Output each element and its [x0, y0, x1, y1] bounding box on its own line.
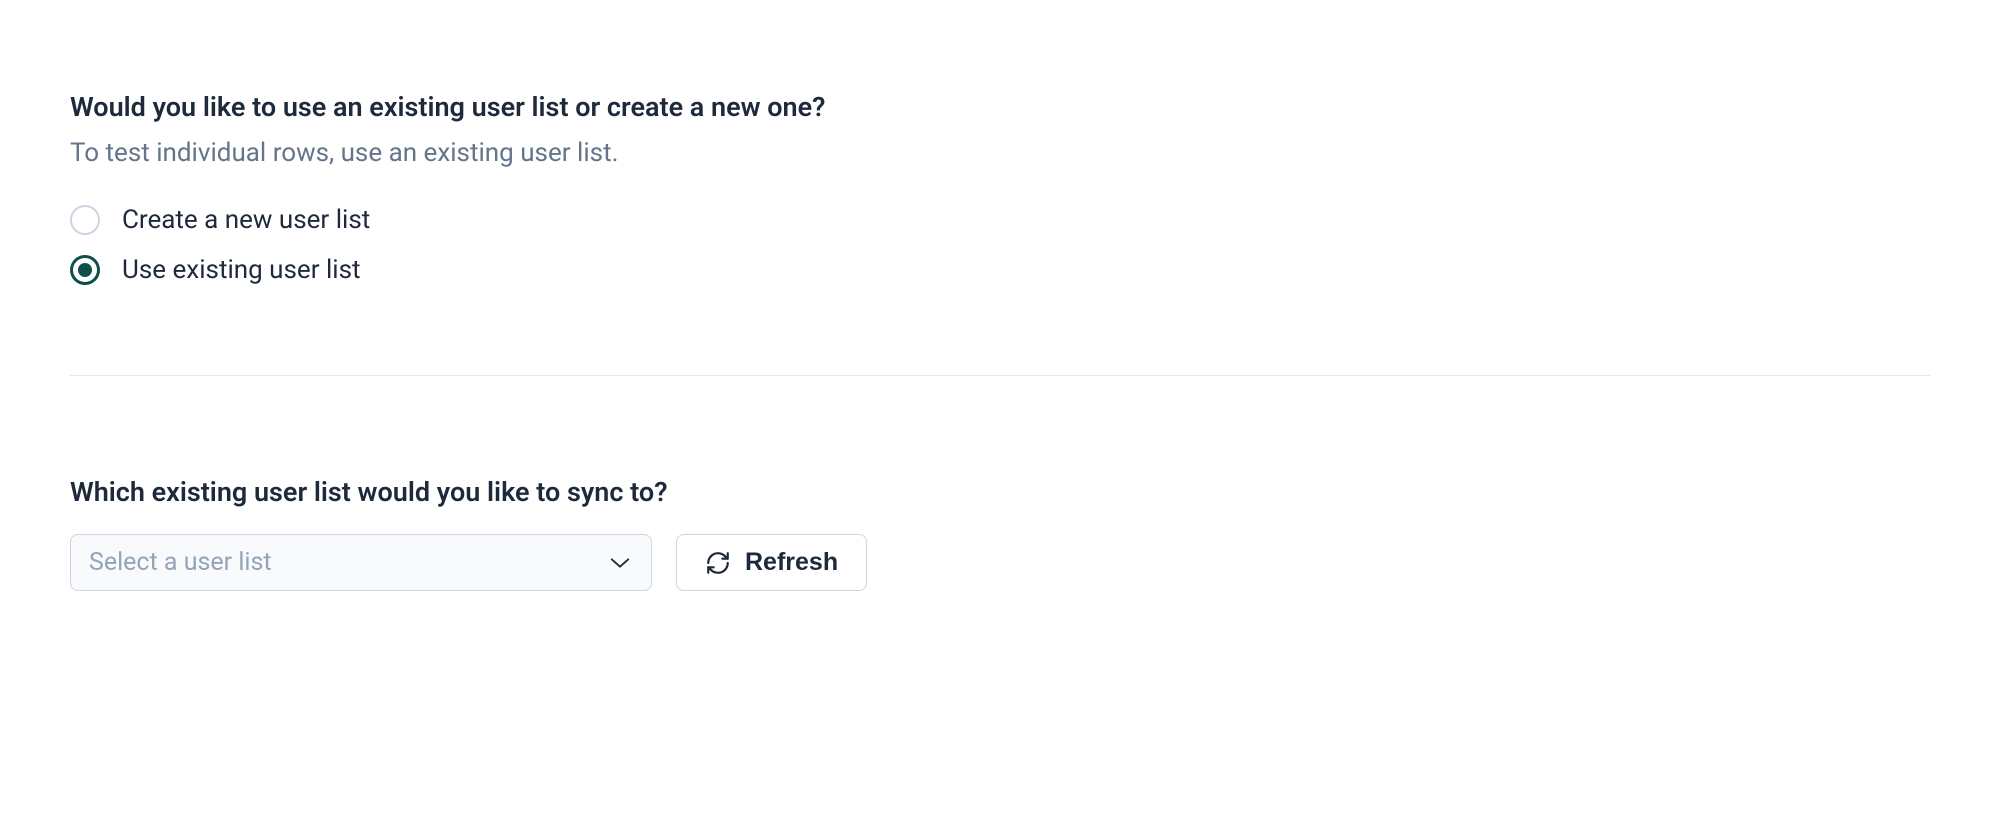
section-heading: Which existing user list would you like …	[70, 476, 1930, 508]
refresh-button[interactable]: Refresh	[676, 534, 867, 591]
radio-label: Use existing user list	[122, 255, 361, 285]
section-heading: Would you like to use an existing user l…	[70, 90, 1930, 125]
radio-label: Create a new user list	[122, 205, 370, 235]
refresh-icon	[705, 550, 731, 576]
radio-icon	[70, 255, 100, 285]
user-list-choice-section: Would you like to use an existing user l…	[70, 90, 1930, 285]
radio-create-new-user-list[interactable]: Create a new user list	[70, 205, 1930, 235]
user-list-select[interactable]: Select a user list	[70, 534, 652, 591]
refresh-button-label: Refresh	[745, 548, 838, 577]
radio-use-existing-user-list[interactable]: Use existing user list	[70, 255, 1930, 285]
chevron-down-icon	[609, 552, 631, 574]
user-list-radio-group: Create a new user list Use existing user…	[70, 205, 1930, 285]
radio-icon	[70, 205, 100, 235]
select-row: Select a user list Refresh	[70, 534, 1930, 591]
section-divider	[70, 375, 1930, 376]
section-subheading: To test individual rows, use an existing…	[70, 135, 1930, 171]
select-placeholder: Select a user list	[89, 548, 272, 577]
existing-user-list-section: Which existing user list would you like …	[70, 476, 1930, 591]
